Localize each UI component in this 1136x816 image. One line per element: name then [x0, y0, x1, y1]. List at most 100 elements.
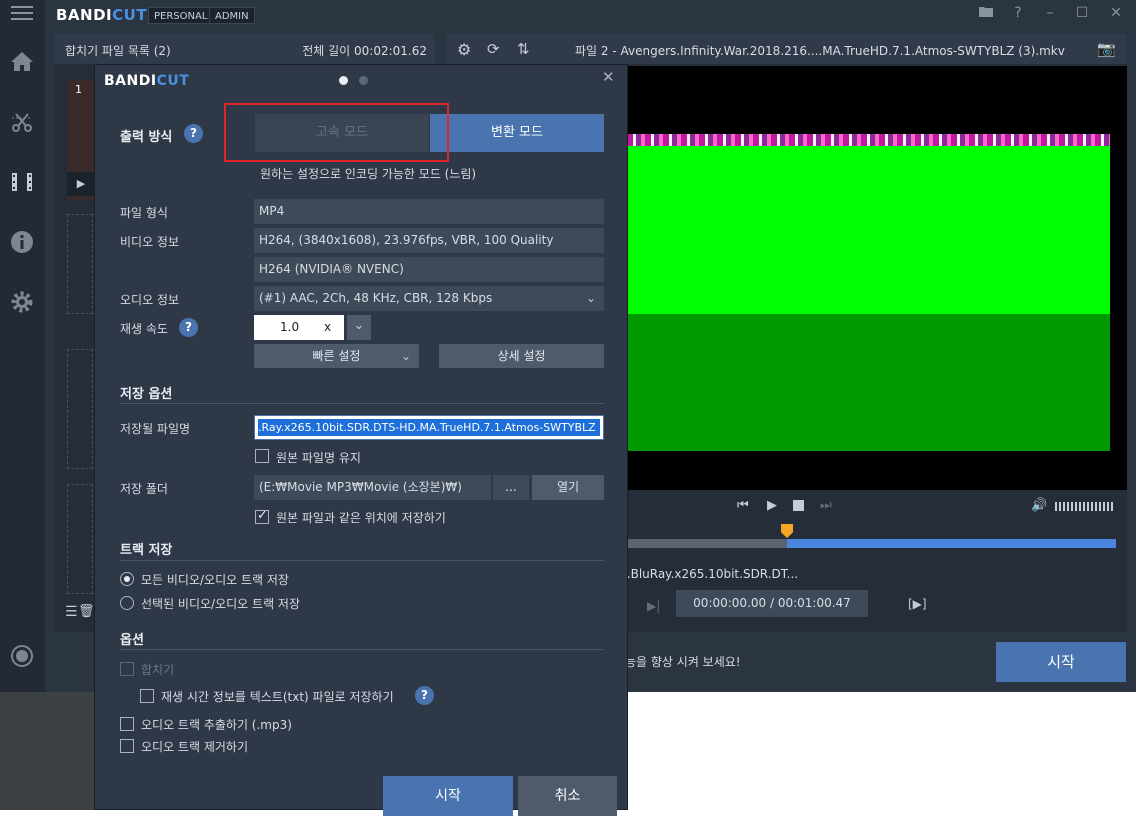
- play-icon[interactable]: ▶: [67, 172, 95, 196]
- start-button[interactable]: 시작: [996, 642, 1126, 682]
- empty-slot: [67, 484, 93, 594]
- dialog-cancel-button[interactable]: 취소: [518, 776, 617, 816]
- track-save-title: 트랙 저장: [120, 543, 173, 558]
- mark-in-icon[interactable]: ▶|: [647, 599, 660, 613]
- divider: [120, 403, 604, 404]
- remove-audio-label: 오디오 트랙 제거하기: [141, 740, 248, 754]
- open-folder-button[interactable]: 열기: [532, 475, 604, 500]
- save-time-info-checkbox[interactable]: [140, 689, 154, 703]
- help-icon[interactable]: ?: [1007, 3, 1029, 23]
- sidebar: [0, 0, 45, 692]
- all-tracks-label: 모든 비디오/오디오 트랙 저장: [141, 573, 289, 587]
- highlight-box: [224, 103, 449, 162]
- clip-number: 1: [75, 83, 82, 96]
- save-same-location-checkbox[interactable]: [255, 508, 269, 524]
- film-icon[interactable]: [8, 170, 36, 198]
- home-icon[interactable]: [8, 50, 36, 78]
- list-icon[interactable]: ☰: [65, 604, 78, 620]
- play-button[interactable]: ▶: [767, 498, 777, 513]
- extract-audio-label: 오디오 트랙 추출하기 (.mp3): [141, 718, 292, 732]
- volume-slider[interactable]: [1055, 502, 1115, 511]
- help-icon[interactable]: ?: [179, 318, 198, 337]
- camera-icon[interactable]: 📷: [1097, 40, 1116, 58]
- audio-info-value: (#1) AAC, 2Ch, 48 KHz, CBR, 128 Kbps: [259, 291, 493, 305]
- speed-input[interactable]: 1.0 x: [254, 315, 344, 340]
- total-length: 전체 길이 00:02:01.62: [302, 44, 427, 58]
- merge-list-title: 합치기 파일 목록 (2): [65, 44, 171, 58]
- quick-settings-label: 빠른 설정: [312, 349, 361, 363]
- info-icon[interactable]: [8, 230, 36, 258]
- timeline-remaining[interactable]: [787, 539, 1116, 548]
- settings-icon[interactable]: ⚙: [457, 40, 471, 59]
- browse-button[interactable]: ...: [493, 475, 529, 500]
- dialog-logo: BANDICUT: [104, 73, 190, 89]
- cut-icon[interactable]: [8, 110, 36, 138]
- folder-icon[interactable]: [975, 3, 997, 23]
- license-tag: PERSONAL: [148, 7, 214, 24]
- empty-slot: [67, 214, 93, 314]
- all-tracks-radio[interactable]: [120, 572, 134, 586]
- divider: [120, 560, 604, 561]
- remove-audio-checkbox[interactable]: [120, 739, 134, 753]
- close-button[interactable]: ✕: [1105, 3, 1127, 23]
- video-info-field[interactable]: H264, (3840x1608), 23.976fps, VBR, 100 Q…: [254, 228, 604, 253]
- clip-thumbnail[interactable]: 1 ▶: [67, 80, 95, 200]
- menu-icon[interactable]: [8, 2, 36, 30]
- merge-checkbox[interactable]: [120, 662, 134, 676]
- save-filename-label: 저장될 파일명: [120, 422, 191, 436]
- chevron-down-icon: ⌄: [585, 291, 596, 305]
- minimize-button[interactable]: –: [1039, 3, 1061, 23]
- save-filename-input[interactable]: .Ray.x265.10bit.SDR.DTS-HD.MA.TrueHD.7.1…: [254, 415, 604, 440]
- output-settings-dialog: BANDICUT ✕ 출력 방식 ? 고속 모드 변환 모드 원하는 설정으로 …: [94, 64, 628, 816]
- save-folder-label: 저장 폴더: [120, 482, 168, 496]
- video-encoder-field[interactable]: H264 (NVIDIA® NVENC): [254, 257, 604, 282]
- dialog-close-icon[interactable]: ✕: [602, 68, 615, 86]
- page-dot-active[interactable]: [339, 76, 348, 85]
- divider: [120, 649, 604, 650]
- prev-frame-icon[interactable]: ⏮: [737, 498, 749, 513]
- save-same-location-label: 원본 파일과 같은 위치에 저장하기: [276, 511, 446, 525]
- output-mode-label: 출력 방식: [120, 130, 173, 145]
- gear-icon[interactable]: [8, 290, 36, 318]
- record-icon[interactable]: [8, 644, 36, 672]
- trash-icon[interactable]: 🗑: [78, 604, 95, 619]
- selected-tracks-radio[interactable]: [120, 596, 134, 610]
- time-display: 00:00:00.00 / 00:01:00.47: [676, 590, 868, 617]
- preview-file-title: 파일 2 - Avengers.Infinity.War.2018.216...…: [575, 44, 1065, 58]
- speed-value: 1.0: [280, 320, 300, 334]
- keep-original-name-label: 원본 파일명 유지: [276, 451, 361, 465]
- help-icon[interactable]: ?: [184, 124, 203, 143]
- playhead-handle[interactable]: [781, 524, 793, 538]
- preview-header: ⚙ ⟳ ⇅ 파일 2 - Avengers.Infinity.War.2018.…: [447, 34, 1127, 64]
- flip-icon[interactable]: ⇅: [517, 40, 530, 58]
- save-filename-value: .Ray.x265.10bit.SDR.DTS-HD.MA.TrueHD.7.1…: [258, 419, 600, 436]
- stop-button[interactable]: [793, 500, 804, 511]
- page-dot[interactable]: [359, 76, 368, 85]
- save-time-info-label: 재생 시간 정보를 텍스트(txt) 파일로 저장하기: [161, 690, 394, 704]
- help-icon[interactable]: ?: [415, 686, 434, 705]
- options-title: 옵션: [120, 633, 144, 648]
- file-format-label: 파일 형식: [120, 206, 168, 220]
- dialog-start-button[interactable]: 시작: [383, 776, 513, 816]
- detail-settings-button[interactable]: 상세 설정: [439, 344, 604, 368]
- audio-info-select[interactable]: (#1) AAC, 2Ch, 48 KHz, CBR, 128 Kbps ⌄: [254, 286, 604, 311]
- keep-original-name-checkbox[interactable]: [255, 449, 269, 463]
- selected-tracks-label: 선택된 비디오/오디오 트랙 저장: [141, 597, 301, 611]
- volume-icon[interactable]: 🔊: [1031, 498, 1047, 513]
- maximize-button[interactable]: ☐: [1071, 3, 1093, 23]
- speed-unit: x: [324, 320, 332, 334]
- rotate-icon[interactable]: ⟳: [487, 40, 500, 58]
- extract-audio-checkbox[interactable]: [120, 717, 134, 731]
- next-frame-icon[interactable]: ⏭: [820, 498, 832, 513]
- merge-label: 합치기: [141, 663, 175, 677]
- quick-settings-button[interactable]: 빠른 설정 ⌄: [254, 344, 419, 368]
- chevron-down-icon: ⌄: [400, 349, 411, 363]
- mark-out-icon[interactable]: [▶]: [908, 597, 927, 611]
- save-options-title: 저장 옵션: [120, 387, 173, 402]
- file-format-field[interactable]: MP4: [254, 199, 604, 224]
- speed-label: 재생 속도: [120, 322, 168, 336]
- save-folder-field[interactable]: (E:₩Movie MP3₩Movie (소장본)₩): [254, 475, 491, 500]
- speed-dropdown-button[interactable]: ⌄: [347, 315, 371, 340]
- convert-mode-button[interactable]: 변환 모드: [430, 114, 604, 152]
- desktop-strip: [0, 692, 95, 810]
